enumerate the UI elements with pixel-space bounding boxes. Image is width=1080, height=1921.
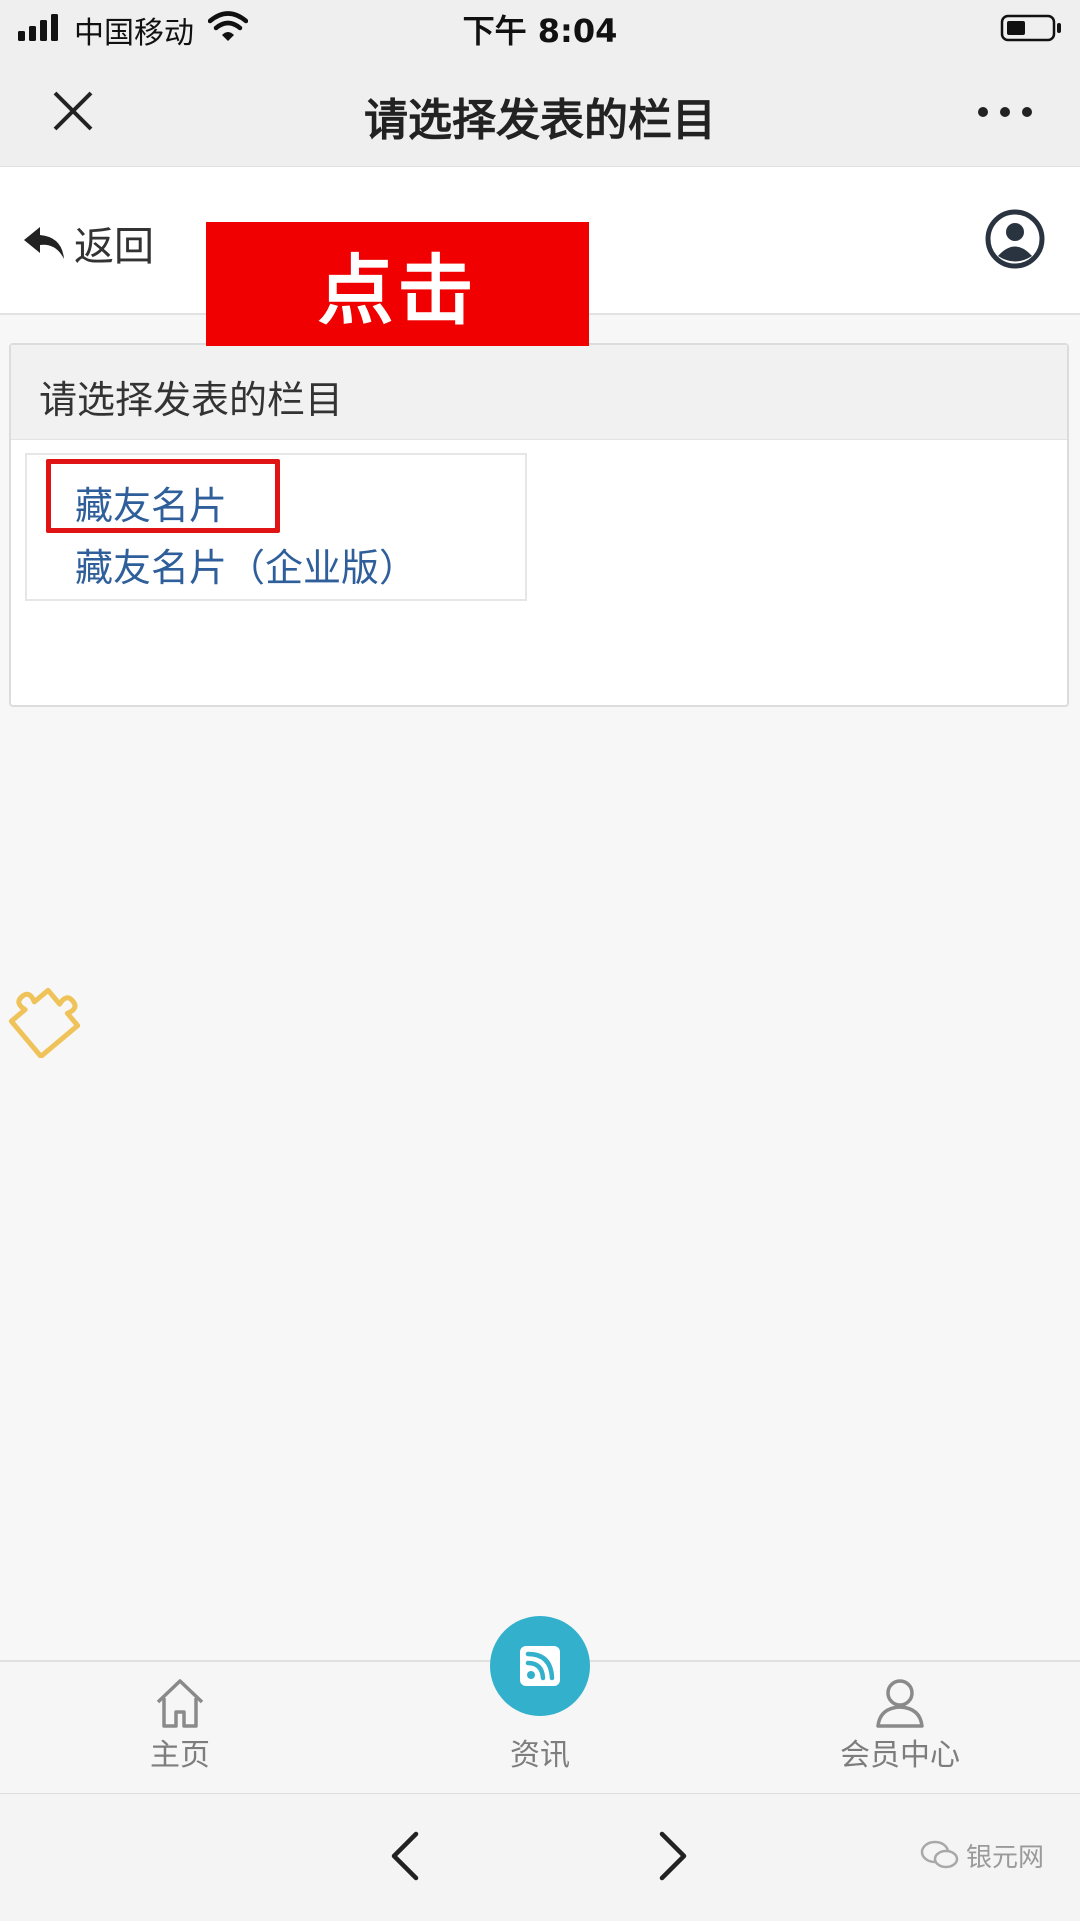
user-avatar-icon[interactable] — [985, 209, 1045, 269]
tab-member-label: 会员中心 — [840, 1738, 960, 1773]
tab-home[interactable]: 主页 — [80, 1662, 280, 1794]
category-item-card-enterprise[interactable]: 藏友名片（企业版） — [75, 537, 417, 592]
back-label: 返回 — [74, 224, 154, 270]
back-button[interactable]: 返回 — [22, 215, 154, 271]
home-icon — [156, 1679, 204, 1728]
tab-news[interactable]: 资讯 — [440, 1616, 640, 1794]
forward-chevron-icon[interactable] — [652, 1830, 692, 1882]
back-arrow-icon — [24, 227, 64, 259]
tab-bar: 主页 资讯 会员中心 — [0, 1616, 1080, 1794]
category-item-card[interactable]: 藏友名片 — [75, 475, 227, 530]
category-panel: 请选择发表的栏目 藏友名片 藏友名片（企业版） — [9, 343, 1069, 707]
clock: 下午 8:04 — [462, 12, 618, 50]
banner-text: 点击 — [317, 246, 478, 335]
panel-title: 请选择发表的栏目 — [39, 378, 344, 422]
back-chevron-icon[interactable] — [386, 1830, 426, 1882]
tab-home-label: 主页 — [150, 1738, 210, 1773]
browser-nav-bar: 银元网 — [0, 1793, 1080, 1921]
news-button — [490, 1616, 590, 1716]
click-annotation-banner: 点击 — [206, 222, 589, 346]
watermark-text: 银元网 — [966, 1842, 1045, 1873]
user-icon — [876, 1679, 924, 1728]
title-bar: 请选择发表的栏目 — [0, 56, 1080, 167]
category-list: 藏友名片 藏友名片（企业版） — [25, 453, 527, 601]
page-title: 请选择发表的栏目 — [364, 95, 716, 146]
rss-icon — [520, 1646, 560, 1686]
wechat-icon — [920, 1840, 959, 1869]
status-bar: 中国移动 下午 8:04 — [0, 0, 1080, 56]
more-icon[interactable] — [975, 102, 1035, 122]
battery-icon — [1000, 14, 1061, 42]
puzzle-icon[interactable] — [0, 978, 80, 1058]
watermark: 银元网 — [920, 1830, 1044, 1880]
tab-news-label: 资讯 — [510, 1738, 570, 1773]
panel-header: 请选择发表的栏目 — [11, 345, 1067, 440]
tab-member[interactable]: 会员中心 — [800, 1662, 1000, 1794]
